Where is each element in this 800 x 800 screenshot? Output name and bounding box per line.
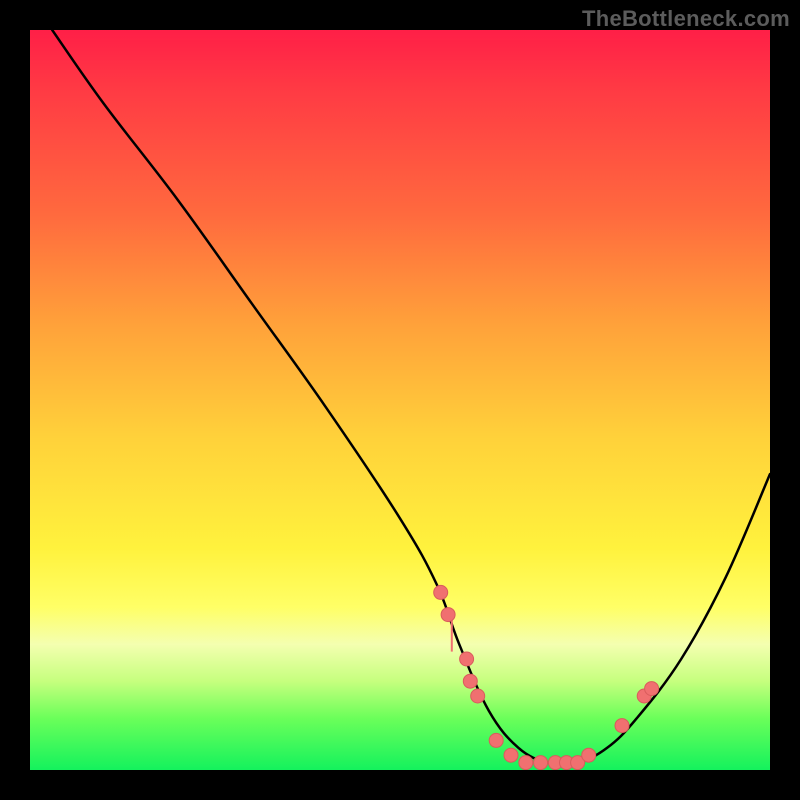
chart-frame: TheBottleneck.com	[0, 0, 800, 800]
marker-group	[434, 585, 659, 769]
plot-area	[30, 30, 770, 770]
data-point-marker	[504, 748, 518, 762]
chart-svg	[30, 30, 770, 770]
watermark-text: TheBottleneck.com	[582, 6, 790, 32]
data-point-marker	[489, 733, 503, 747]
bottleneck-curve	[52, 30, 770, 765]
data-point-marker	[519, 756, 533, 770]
data-point-marker	[460, 652, 474, 666]
data-point-marker	[534, 756, 548, 770]
data-point-marker	[434, 585, 448, 599]
data-point-marker	[463, 674, 477, 688]
data-point-marker	[582, 748, 596, 762]
data-point-marker	[615, 719, 629, 733]
data-point-marker	[645, 682, 659, 696]
data-point-marker	[471, 689, 485, 703]
data-point-marker	[441, 608, 455, 622]
